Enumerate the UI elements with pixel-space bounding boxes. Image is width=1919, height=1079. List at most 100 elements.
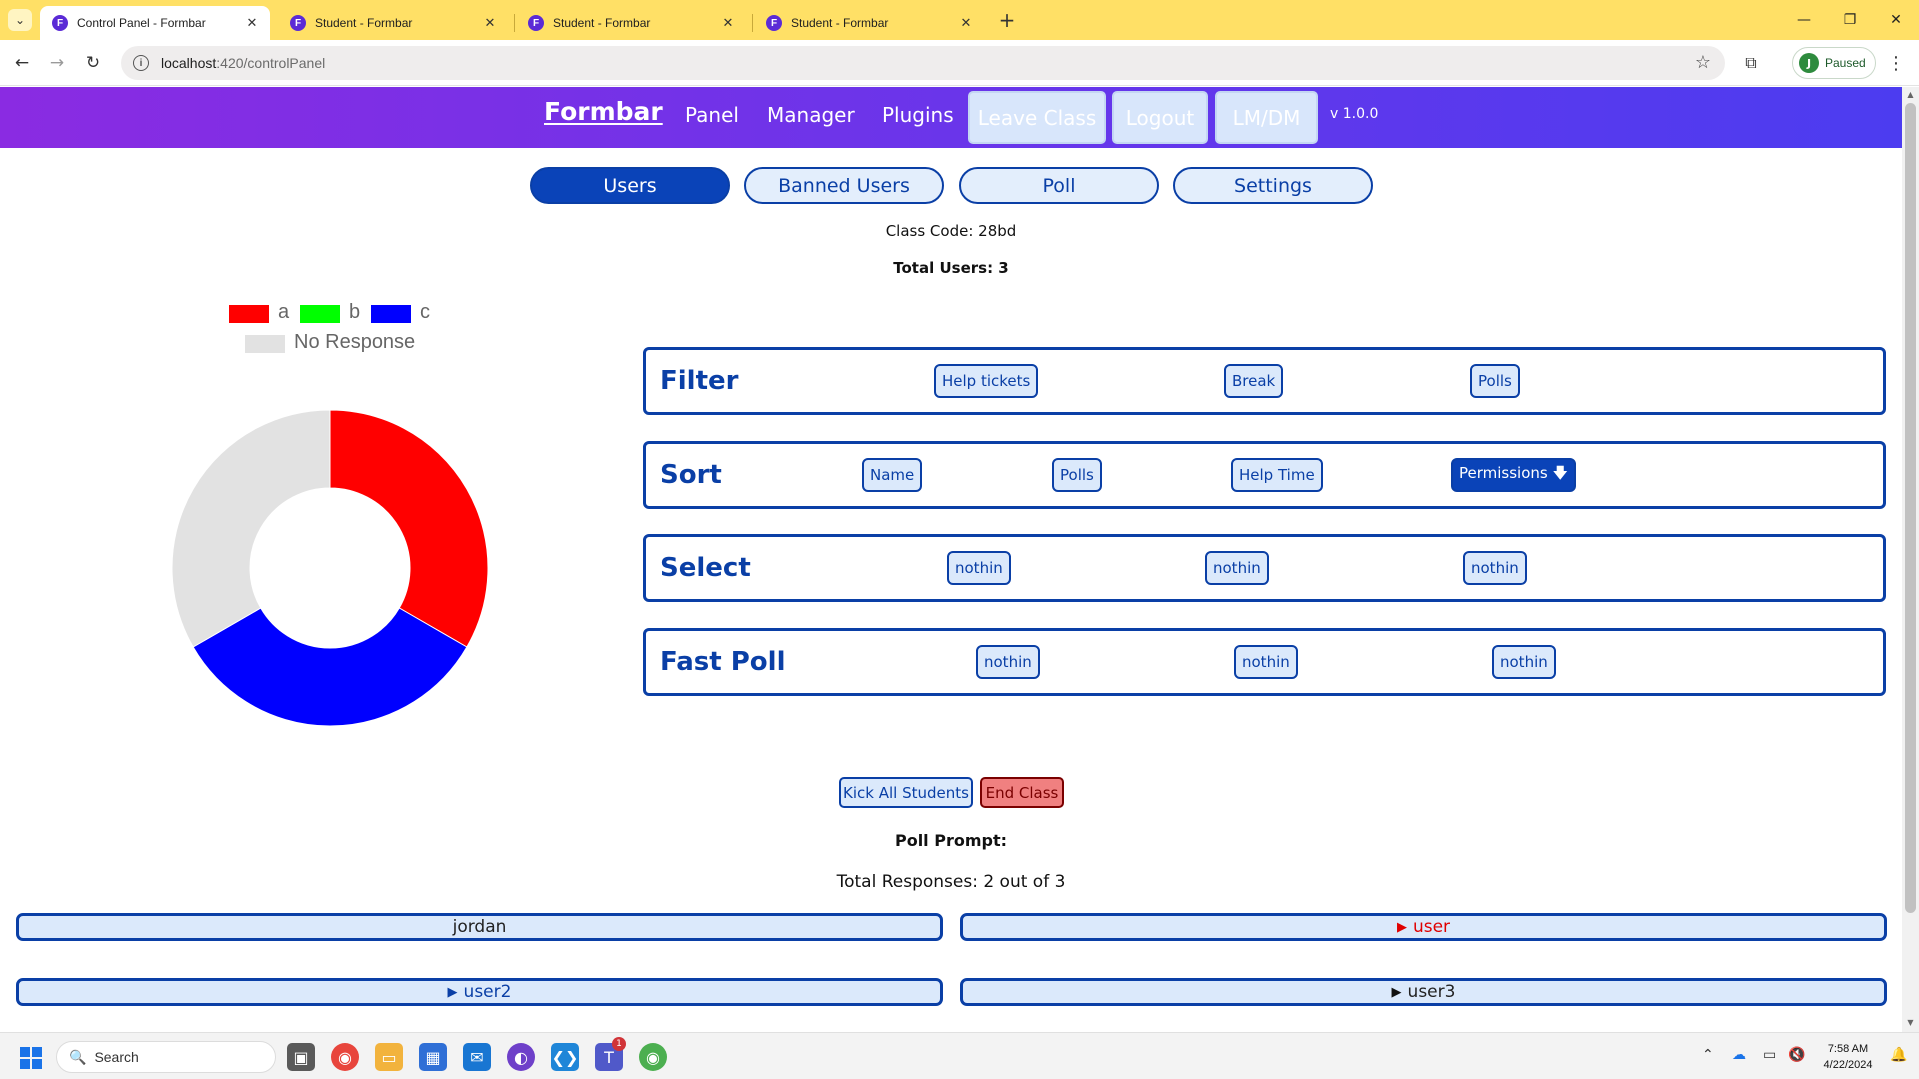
legend-swatch-b bbox=[300, 305, 340, 323]
kebab-menu-icon[interactable]: ⋮ bbox=[1886, 50, 1906, 76]
browser-toolbar: ← → ↻ i localhost:420/controlPanel ☆ ⧉ J… bbox=[0, 40, 1919, 86]
tab-separator bbox=[752, 14, 753, 32]
close-icon[interactable]: ✕ bbox=[958, 15, 974, 31]
donut-slice-a[interactable] bbox=[329, 409, 489, 648]
browser-tab-student-1[interactable]: F Student - Formbar ✕ bbox=[278, 6, 508, 40]
nav-link-plugins[interactable]: Plugins bbox=[882, 103, 954, 127]
user-name: user3 bbox=[1407, 982, 1456, 1002]
scroll-up-arrow-icon[interactable]: ▲ bbox=[1905, 89, 1916, 100]
screen: ⌄ F Control Panel - Formbar ✕ F Student … bbox=[0, 0, 1919, 1079]
system-clock[interactable]: 7:58 AM 4/22/2024 bbox=[1808, 1041, 1888, 1073]
legend-swatch-a bbox=[229, 305, 269, 323]
end-class-button[interactable]: End Class bbox=[980, 777, 1064, 808]
fast-poll-option-3-button[interactable]: nothin bbox=[1492, 645, 1556, 679]
minimize-icon[interactable]: — bbox=[1784, 6, 1824, 34]
tab-users[interactable]: Users bbox=[530, 167, 730, 204]
total-users: Total Users: 3 bbox=[893, 259, 1009, 277]
taskbar-search-box[interactable]: 🔍 Search bbox=[56, 1041, 276, 1073]
filter-polls-button[interactable]: Polls bbox=[1470, 364, 1520, 398]
close-icon[interactable]: ✕ bbox=[482, 15, 498, 31]
extensions-puzzle-icon[interactable]: ⧉ bbox=[1738, 50, 1764, 76]
window-close-icon[interactable]: ✕ bbox=[1876, 6, 1916, 34]
sort-help-time-button[interactable]: Help Time bbox=[1231, 458, 1323, 492]
donut-slice-no-response[interactable] bbox=[171, 409, 331, 648]
windows-start-icon[interactable] bbox=[20, 1047, 42, 1069]
sort-permissions-button[interactable]: Permissions 🡇 bbox=[1451, 458, 1576, 492]
donut-slice-c[interactable] bbox=[192, 607, 468, 727]
new-tab-plus-icon[interactable]: + bbox=[995, 8, 1019, 32]
select-option-3-button[interactable]: nothin bbox=[1463, 551, 1527, 585]
address-bar[interactable]: i localhost:420/controlPanel ☆ bbox=[121, 46, 1725, 80]
select-option-2-button[interactable]: nothin bbox=[1205, 551, 1269, 585]
expand-triangle-icon[interactable]: ▶ bbox=[1392, 985, 1402, 1000]
task-view-icon[interactable]: ▣ bbox=[287, 1043, 315, 1071]
sort-panel: Sort Name Polls Help Time Permissions 🡇 bbox=[643, 441, 1886, 509]
kick-all-students-button[interactable]: Kick All Students bbox=[839, 777, 973, 808]
select-panel: Select nothin nothin nothin bbox=[643, 534, 1886, 602]
nav-link-manager[interactable]: Manager bbox=[767, 103, 855, 127]
nav-link-panel[interactable]: Panel bbox=[685, 103, 739, 127]
forward-arrow-icon[interactable]: → bbox=[44, 50, 70, 76]
user-name: user bbox=[1412, 917, 1451, 937]
chevron-down-icon: ⌄ bbox=[14, 13, 26, 27]
user-row-user3[interactable]: ▶ user3 bbox=[960, 978, 1887, 1006]
browser-tab-student-2[interactable]: F Student - Formbar ✕ bbox=[516, 6, 746, 40]
app-header: Formbar Panel Manager Plugins Leave Clas… bbox=[0, 87, 1902, 148]
profile-status: Paused bbox=[1825, 56, 1866, 70]
expand-triangle-icon[interactable]: ▶ bbox=[1397, 920, 1407, 935]
tab-title: Student - Formbar bbox=[791, 16, 889, 30]
close-icon[interactable]: ✕ bbox=[244, 15, 260, 31]
vscode-icon[interactable]: ❮❯ bbox=[551, 1043, 579, 1071]
user-row-user2[interactable]: ▶ user2 bbox=[16, 978, 943, 1006]
fast-poll-panel: Fast Poll nothin nothin nothin bbox=[643, 628, 1886, 696]
user-row-jordan[interactable]: jordan bbox=[16, 913, 943, 941]
brand-logo-link[interactable]: Formbar bbox=[544, 97, 663, 126]
filter-help-tickets-button[interactable]: Help tickets bbox=[934, 364, 1039, 398]
tab-poll[interactable]: Poll bbox=[959, 167, 1159, 204]
onedrive-cloud-icon[interactable]: ☁ bbox=[1732, 1047, 1746, 1063]
leave-class-button[interactable]: Leave Class bbox=[968, 91, 1106, 144]
tray-chevron-up-icon[interactable]: ⌃ bbox=[1702, 1047, 1714, 1063]
tab-banned-users[interactable]: Banned Users bbox=[744, 167, 944, 204]
notifications-bell-icon[interactable]: 🔔 bbox=[1890, 1047, 1907, 1063]
site-info-icon[interactable]: i bbox=[133, 55, 149, 71]
tab-search-button[interactable]: ⌄ bbox=[8, 9, 32, 31]
github-icon[interactable]: ◐ bbox=[507, 1043, 535, 1071]
browser-tab-strip: ⌄ F Control Panel - Formbar ✕ F Student … bbox=[0, 0, 1919, 40]
profile-button[interactable]: J Paused bbox=[1792, 47, 1876, 79]
notification-badge: 1 bbox=[612, 1037, 626, 1051]
reload-icon[interactable]: ↻ bbox=[80, 50, 106, 76]
chrome-icon[interactable]: ◉ bbox=[331, 1043, 359, 1071]
page-scrollbar[interactable]: ▲ ▼ bbox=[1902, 87, 1919, 1032]
restore-icon[interactable]: ❐ bbox=[1830, 6, 1870, 34]
browser-tab-control-panel[interactable]: F Control Panel - Formbar ✕ bbox=[40, 6, 270, 40]
windows-taskbar: 🔍 Search ▣ ◉ ▭ ▦ ✉ ◐ ❮❯ T 1 ◉ ⌃ ☁ ▭ 🔇 7:… bbox=[0, 1032, 1919, 1079]
mail-icon[interactable]: ✉ bbox=[463, 1043, 491, 1071]
logout-button[interactable]: Logout bbox=[1112, 91, 1208, 144]
expand-triangle-icon[interactable]: ▶ bbox=[448, 985, 458, 1000]
close-icon[interactable]: ✕ bbox=[720, 15, 736, 31]
network-icon[interactable]: ▭ bbox=[1763, 1047, 1776, 1063]
fast-poll-option-2-button[interactable]: nothin bbox=[1234, 645, 1298, 679]
sort-name-button[interactable]: Name bbox=[862, 458, 923, 492]
clock-time: 7:58 AM bbox=[1827, 1043, 1869, 1055]
browser-tab-student-3[interactable]: F Student - Formbar ✕ bbox=[754, 6, 984, 40]
lm-dm-button[interactable]: LM/DM bbox=[1215, 91, 1318, 144]
bookmark-star-icon[interactable]: ☆ bbox=[1695, 52, 1711, 73]
file-explorer-icon[interactable]: ▭ bbox=[375, 1043, 403, 1071]
formbar-favicon-icon: F bbox=[528, 15, 544, 31]
select-option-1-button[interactable]: nothin bbox=[947, 551, 1011, 585]
user-row-user[interactable]: ▶ user bbox=[960, 913, 1887, 941]
chrome-profile-icon[interactable]: ◉ bbox=[639, 1043, 667, 1071]
volume-muted-icon[interactable]: 🔇 bbox=[1788, 1047, 1805, 1063]
microsoft-store-icon[interactable]: ▦ bbox=[419, 1043, 447, 1071]
scrollbar-thumb[interactable] bbox=[1905, 103, 1916, 913]
scroll-down-arrow-icon[interactable]: ▼ bbox=[1905, 1017, 1916, 1028]
tab-settings[interactable]: Settings bbox=[1173, 167, 1373, 204]
filter-break-button[interactable]: Break bbox=[1224, 364, 1284, 398]
search-icon: 🔍 bbox=[69, 1048, 87, 1065]
fast-poll-option-1-button[interactable]: nothin bbox=[976, 645, 1040, 679]
formbar-favicon-icon: F bbox=[52, 15, 68, 31]
sort-polls-button[interactable]: Polls bbox=[1052, 458, 1102, 492]
back-arrow-icon[interactable]: ← bbox=[9, 50, 35, 76]
